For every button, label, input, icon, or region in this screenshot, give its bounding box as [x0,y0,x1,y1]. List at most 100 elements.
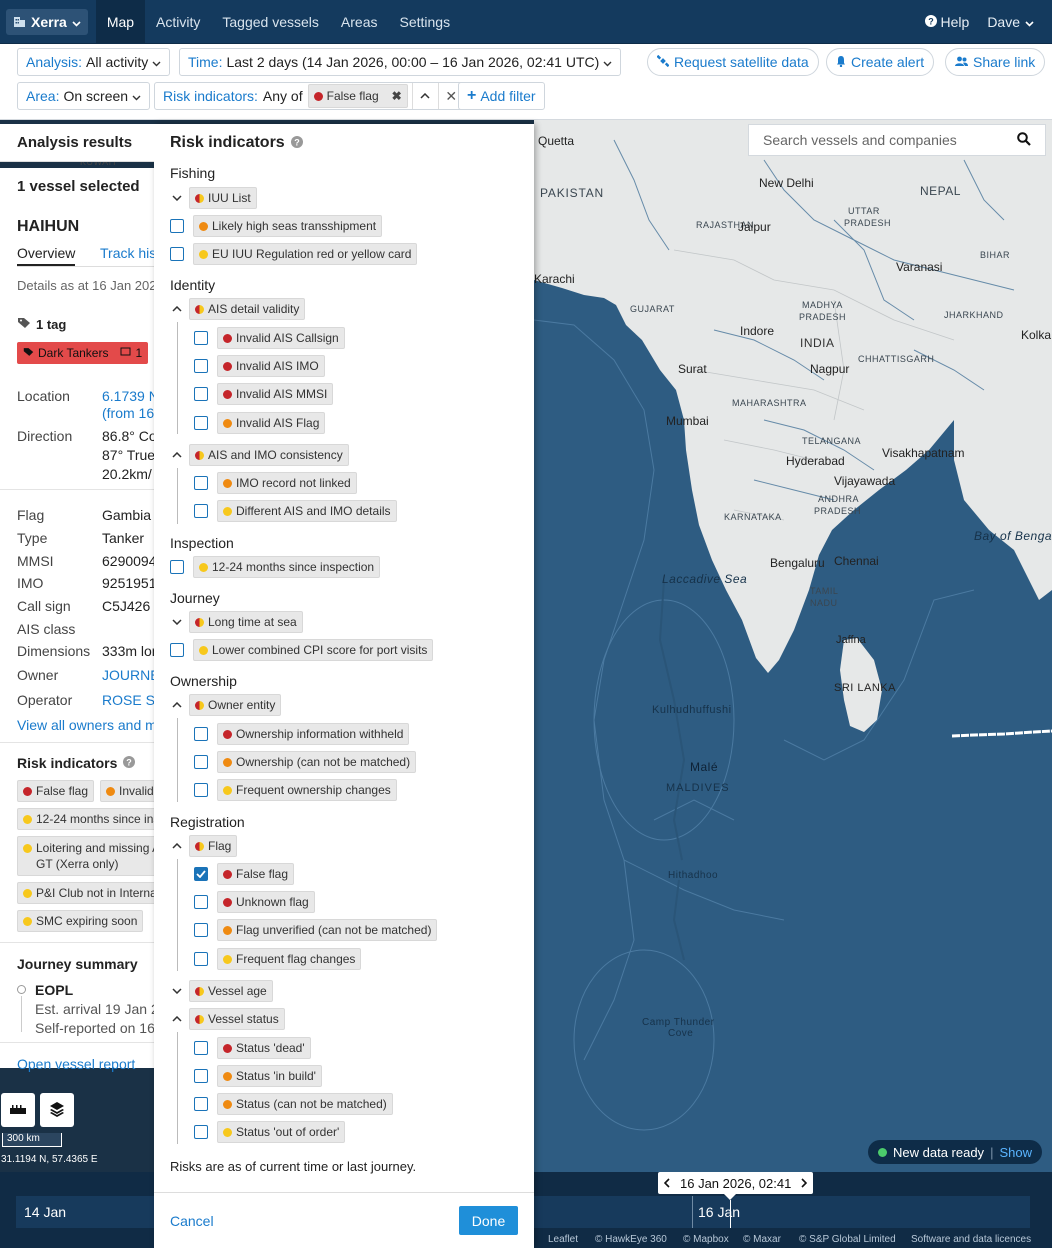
tab-overview[interactable]: Overview [17,245,76,266]
cancel-button[interactable]: Cancel [170,1213,214,1229]
map-view[interactable]: Quetta PAKISTAN New Delhi NEPAL UTTAR PR… [534,120,1052,1172]
open-vessel-report-link[interactable]: Open vessel report [17,1056,135,1072]
area-filter[interactable]: Area: On screen [17,82,151,110]
tag-dark-tankers[interactable]: Dark Tankers 1 [17,342,149,364]
vessel-search-bar[interactable]: Search vessels and companies [748,124,1046,156]
group-iuu-list[interactable]: IUU List [170,187,257,209]
option-inspection[interactable]: 12-24 months since inspection [170,556,381,578]
chevron-up-icon[interactable] [411,83,438,109]
chevron-up-icon[interactable] [170,452,184,458]
checkbox[interactable] [194,476,208,490]
checkbox[interactable] [194,727,208,741]
add-filter-button[interactable]: + Add filter [458,82,545,110]
create-alert-button[interactable]: Create alert [826,48,935,76]
risk-indicators-filter[interactable]: Risk indicators: Any of False flag ✖ ✕ [154,82,465,110]
share-link-button[interactable]: Share link [945,48,1046,76]
checkbox[interactable] [194,923,208,937]
option-invalid-imo[interactable]: Invalid AIS IMO [194,355,325,377]
group-vessel-age[interactable]: Vessel age [170,980,273,1002]
option-status-in-build[interactable]: Status 'in build' [194,1065,322,1087]
tab-areas[interactable]: Areas [330,0,389,44]
time-filter[interactable]: Time: Last 2 days (14 Jan 2026, 00:00 – … [179,48,622,76]
option-flag-unverified[interactable]: Flag unverified (can not be matched) [194,919,438,941]
question-circle-icon[interactable]: ? [123,755,136,771]
checkbox[interactable] [194,755,208,769]
checkbox[interactable] [170,219,184,233]
group-ais-imo-consistency[interactable]: AIS and IMO consistency [170,444,349,466]
owner-link[interactable]: JOURNE [102,667,160,683]
tab-track-history[interactable]: Track his [100,245,156,261]
chevron-up-icon[interactable] [170,1016,184,1022]
location-value[interactable]: 6.1739 N [102,388,159,404]
option-unknown-flag[interactable]: Unknown flag [194,891,315,913]
done-button[interactable]: Done [459,1206,518,1235]
risk-indicators-heading: Risk indicators [17,755,118,771]
checkbox[interactable] [194,895,208,909]
attribution-licences-link[interactable]: Software and data licences [911,1234,1031,1245]
checkbox[interactable] [194,416,208,430]
checkbox[interactable] [194,1097,208,1111]
option-lower-cpi[interactable]: Lower combined CPI score for port visits [170,639,434,661]
request-satellite-button[interactable]: Request satellite data [647,48,819,76]
tab-tagged-vessels[interactable]: Tagged vessels [211,0,330,44]
chevron-up-icon[interactable] [170,702,184,708]
group-vessel-status[interactable]: Vessel status [170,1008,285,1030]
chevron-down-icon[interactable] [170,619,184,625]
chevron-right-icon[interactable] [801,1176,808,1191]
help-link[interactable]: ? Help [924,14,969,30]
brand-switcher[interactable]: Xerra [6,8,88,35]
group-owner-entity[interactable]: Owner entity [170,694,282,716]
option-status-nomatch[interactable]: Status (can not be matched) [194,1093,393,1115]
checkbox[interactable] [194,783,208,797]
chevron-left-icon[interactable] [663,1176,670,1191]
checkbox[interactable] [170,247,184,261]
tab-activity[interactable]: Activity [145,0,211,44]
layers-button[interactable] [40,1093,74,1127]
search-icon[interactable] [1017,131,1031,149]
chevron-down-icon[interactable] [170,988,184,994]
show-new-data-link[interactable]: Show [999,1145,1032,1160]
option-invalid-flag[interactable]: Invalid AIS Flag [194,412,326,434]
group-flag[interactable]: Flag [170,835,238,857]
checkbox[interactable] [170,643,184,657]
remove-pill-icon[interactable]: ✖ [392,89,402,103]
measure-tool-button[interactable] [1,1093,35,1127]
checkbox[interactable] [194,1125,208,1139]
group-long-time-sea[interactable]: Long time at sea [170,611,303,633]
analysis-filter[interactable]: Analysis: All activity [17,48,171,76]
option-frequent-ownership[interactable]: Frequent ownership changes [194,779,397,801]
chevron-up-icon[interactable] [170,306,184,312]
location-sub[interactable]: (from 16 [102,405,154,421]
option-frequent-flag[interactable]: Frequent flag changes [194,948,362,970]
tab-map[interactable]: Map [95,0,146,44]
option-high-seas[interactable]: Likely high seas transshipment [170,215,383,237]
checkbox[interactable] [194,1069,208,1083]
checkbox[interactable] [194,1041,208,1055]
checkbox[interactable] [170,560,184,574]
checkbox[interactable] [194,359,208,373]
option-false-flag[interactable]: False flag [194,863,295,885]
option-status-out-of-order[interactable]: Status 'out of order' [194,1121,346,1143]
user-menu[interactable]: Dave [987,14,1034,30]
chevron-up-icon[interactable] [170,843,184,849]
checkbox[interactable] [194,504,208,518]
checkbox[interactable] [194,952,208,966]
attribution-leaflet[interactable]: Leaflet [548,1234,578,1245]
option-imo-not-linked[interactable]: IMO record not linked [194,472,357,494]
chevron-down-icon[interactable] [170,195,184,201]
option-eu-iuu[interactable]: EU IUU Regulation red or yellow card [170,243,418,265]
checkbox[interactable] [194,331,208,345]
view-all-owners-link[interactable]: View all owners and m [17,717,157,733]
option-ownership-nomatch[interactable]: Ownership (can not be matched) [194,751,417,773]
option-invalid-mmsi[interactable]: Invalid AIS MMSI [194,383,334,405]
option-invalid-callsign[interactable]: Invalid AIS Callsign [194,327,345,349]
option-status-dead[interactable]: Status 'dead' [194,1037,311,1059]
option-different-ais-imo[interactable]: Different AIS and IMO details [194,500,397,522]
tab-settings[interactable]: Settings [388,0,461,44]
checkbox-checked[interactable] [194,867,208,881]
question-circle-icon[interactable]: ? [290,135,303,151]
group-ais-validity[interactable]: AIS detail validity [170,298,306,320]
timeline-cursor[interactable] [730,1200,731,1228]
option-ownership-withheld[interactable]: Ownership information withheld [194,723,410,745]
checkbox[interactable] [194,387,208,401]
